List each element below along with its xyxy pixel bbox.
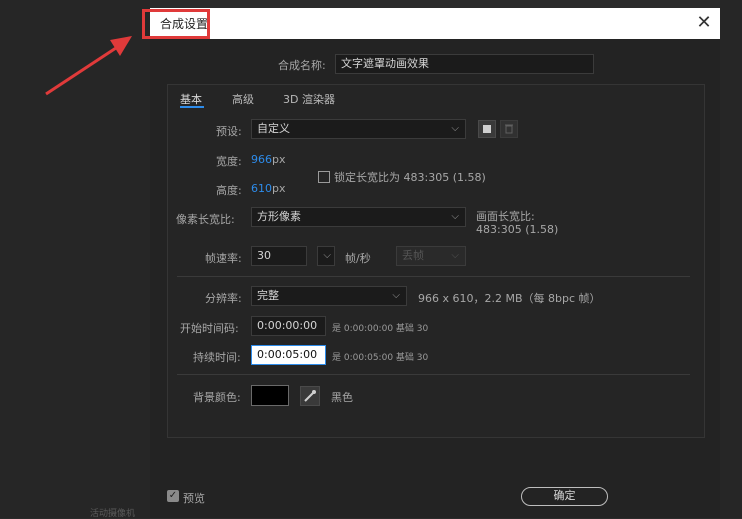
duration-label: 持续时间: (193, 351, 241, 364)
save-preset-icon[interactable] (478, 120, 496, 138)
chevron-down-icon: ⌵ (323, 250, 331, 261)
title-bar: 合成设置 ✕ (150, 8, 720, 39)
background-camera-label: 活动摄像机 (90, 509, 136, 519)
resolution-value: 完整 (257, 289, 279, 302)
drop-frame-dropdown[interactable]: 丢帧 ⌵ (396, 246, 466, 266)
drop-frame-value: 丢帧 (402, 249, 424, 262)
tab-advanced[interactable]: 高级 (232, 91, 254, 107)
lock-aspect-label: 锁定长宽比为 483:305 (1.58) (334, 171, 486, 184)
delete-preset-icon[interactable] (500, 120, 518, 138)
height-label: 高度: (216, 184, 242, 197)
width-unit: px (272, 153, 286, 166)
height-value[interactable]: 610 (251, 182, 272, 195)
start-timecode-input[interactable]: 0:00:00:00 (251, 316, 326, 336)
annotation-highlight-box (142, 9, 210, 39)
preview-label: 预览 (183, 492, 205, 505)
pixel-aspect-dropdown[interactable]: 方形像素 ⌵ (251, 207, 466, 227)
frame-rate-input[interactable]: 30 (251, 246, 307, 266)
chevron-down-icon: ⌵ (451, 123, 459, 134)
comp-name-input[interactable]: 文字遮罩动画效果 (335, 54, 594, 74)
preset-value: 自定义 (257, 122, 290, 135)
pixel-aspect-label: 像素长宽比: (176, 213, 235, 226)
section-divider (177, 374, 690, 375)
chevron-down-icon: ⌵ (392, 290, 400, 301)
frame-aspect-label: 画面长宽比: (476, 210, 535, 223)
start-timecode-label: 开始时间码: (180, 322, 239, 335)
bg-color-label: 背景颜色: (193, 391, 241, 404)
pixel-aspect-value: 方形像素 (257, 210, 301, 223)
resolution-dropdown[interactable]: 完整 ⌵ (251, 286, 407, 306)
annotation-arrow-icon (45, 36, 132, 96)
chevron-down-icon: ⌵ (451, 211, 459, 222)
duration-info: 是 0:00:05:00 基础 30 (332, 353, 429, 363)
tab-basic[interactable]: 基本 (180, 91, 202, 107)
close-icon[interactable]: ✕ (692, 11, 716, 35)
tab-3d-renderer[interactable]: 3D 渲染器 (283, 91, 335, 107)
background-app-right (720, 0, 742, 518)
bg-color-name: 黑色 (331, 391, 353, 404)
frame-aspect-value: 483:305 (1.58) (476, 223, 559, 236)
resolution-label: 分辨率: (205, 292, 242, 305)
start-timecode-info: 是 0:00:00:00 基础 30 (332, 324, 429, 334)
ok-button[interactable]: 确定 (521, 487, 608, 506)
height-unit: px (272, 182, 286, 195)
active-tab-underline (180, 106, 204, 108)
comp-name-label: 合成名称: (278, 59, 326, 72)
preset-dropdown[interactable]: 自定义 ⌵ (251, 119, 466, 139)
resolution-info: 966 x 610，2.2 MB（每 8bpc 帧） (418, 292, 601, 305)
duration-input[interactable]: 0:00:05:00 (251, 345, 326, 365)
lock-aspect-checkbox[interactable] (318, 171, 330, 183)
width-value[interactable]: 966 (251, 153, 272, 166)
bg-color-swatch[interactable] (251, 385, 289, 406)
frame-rate-dropdown[interactable]: ⌵ (317, 246, 335, 266)
width-label: 宽度: (216, 155, 242, 168)
chevron-down-icon: ⌵ (451, 250, 459, 261)
frame-rate-label: 帧速率: (205, 252, 242, 265)
preset-label: 预设: (216, 125, 242, 138)
frame-rate-unit: 帧/秒 (345, 252, 371, 265)
section-divider (177, 276, 690, 277)
preview-checkbox[interactable]: ✓ (167, 490, 179, 502)
eyedropper-icon[interactable] (300, 386, 320, 406)
